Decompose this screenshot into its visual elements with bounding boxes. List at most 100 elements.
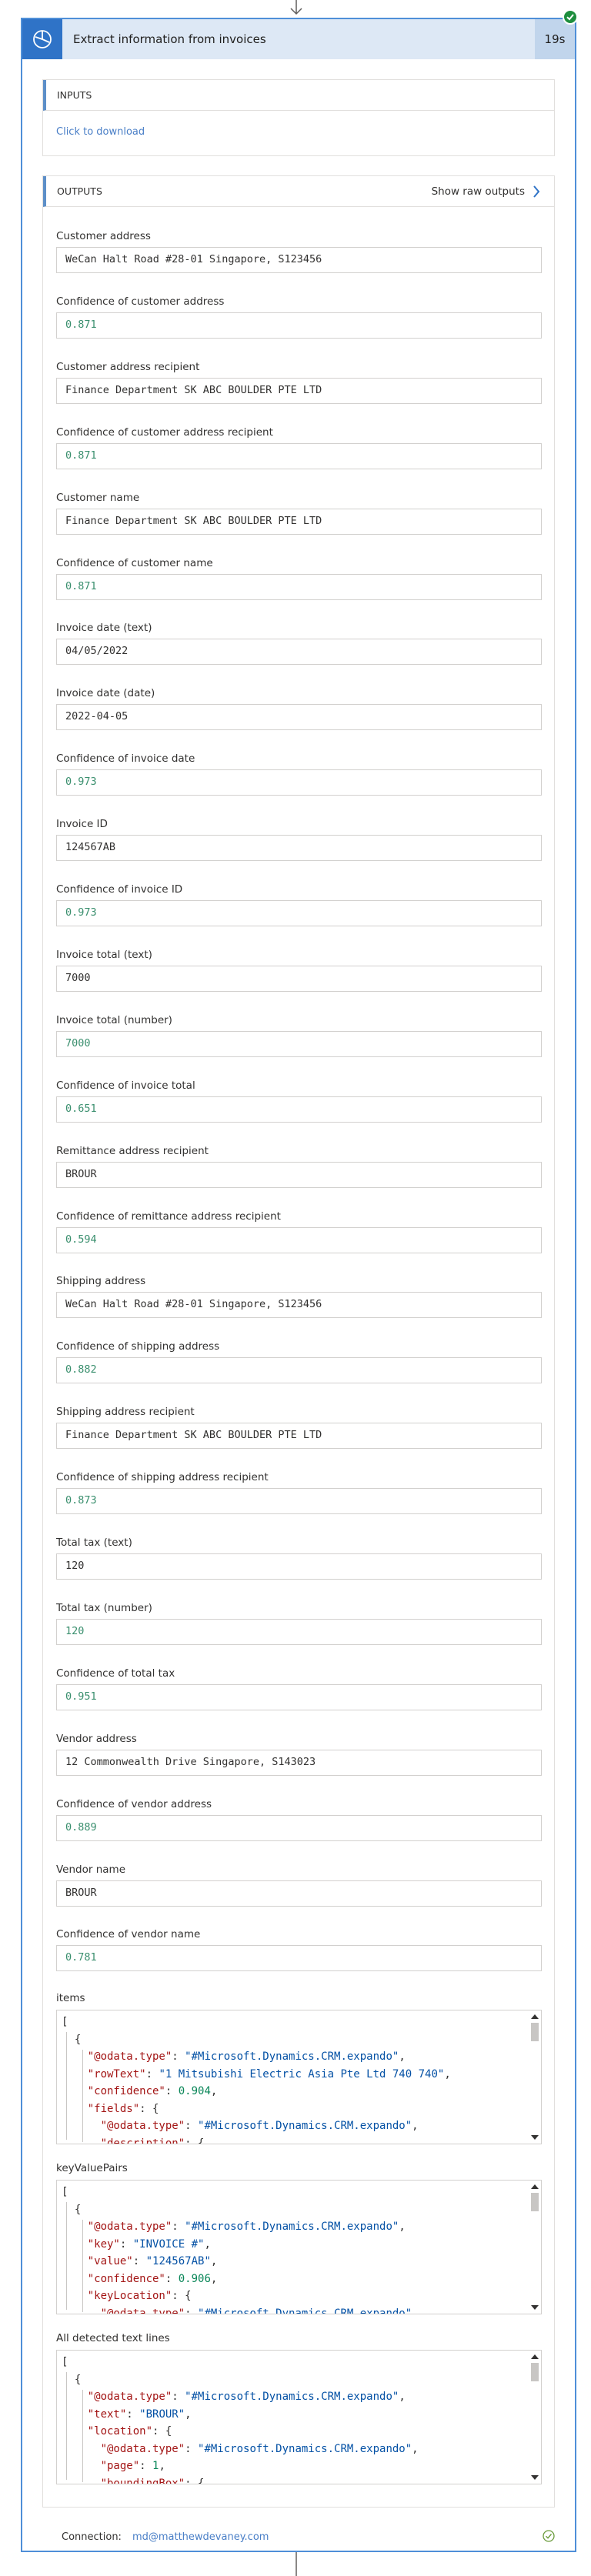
json-token: , [204, 2237, 211, 2251]
output-field-value[interactable]: 120 [56, 1618, 542, 1645]
json-token: , [444, 2067, 451, 2080]
json-scrollbar[interactable] [529, 2010, 541, 2144]
output-field-value[interactable]: Finance Department SK ABC BOULDER PTE LT… [56, 508, 542, 535]
output-field-value[interactable]: 0.973 [56, 769, 542, 796]
output-field-value[interactable]: BROUR [56, 1880, 542, 1907]
output-field-value[interactable]: 2022-04-05 [56, 704, 542, 731]
output-field-label: Invoice date (date) [56, 687, 155, 700]
output-field-label: Customer address [56, 230, 151, 242]
inputs-header: INPUTS [43, 80, 554, 111]
json-token: : [119, 2237, 133, 2251]
scroll-down-arrow-icon[interactable] [531, 2305, 539, 2310]
json-line: "@odata.type": "#Microsoft.Dynamics.CRM.… [62, 2117, 451, 2135]
output-field-value[interactable]: 04/05/2022 [56, 639, 542, 666]
output-field-value[interactable]: 0.889 [56, 1814, 542, 1841]
output-field-value[interactable]: WeCan Halt Road #28-01 Singapore, S12345… [56, 247, 542, 273]
json-token: , [185, 2407, 192, 2421]
output-field-value[interactable]: 0.871 [56, 312, 542, 339]
json-token: "#Microsoft.Dynamics.CRM.expando" [198, 2307, 412, 2314]
output-field-label: Confidence of total tax [56, 1667, 175, 1680]
json-line: "confidence": 0.904, [62, 2083, 451, 2101]
scroll-up-arrow-icon[interactable] [531, 2014, 539, 2019]
download-link[interactable]: Click to download [56, 126, 145, 138]
output-field-label: Customer name [56, 491, 140, 504]
json-line: "text": "BROUR", [62, 2406, 419, 2424]
output-field-label: Confidence of remittance address recipie… [56, 1210, 281, 1223]
scroll-thumb[interactable] [531, 2023, 539, 2041]
json-token: "@odata.type" [87, 2391, 172, 2403]
output-field-value[interactable]: 0.871 [56, 442, 542, 469]
action-header[interactable]: Extract information from invoices 19s [22, 19, 575, 59]
scroll-up-arrow-icon[interactable] [531, 2354, 539, 2359]
action-duration: 19s [535, 19, 575, 59]
output-field-value[interactable]: 0.781 [56, 1945, 542, 1972]
json-line: "location": { [62, 2423, 419, 2441]
json-token: 0.906 [178, 2272, 211, 2285]
output-field-value[interactable]: BROUR [56, 1161, 542, 1188]
json-token: : [165, 2085, 179, 2097]
output-field-value[interactable]: 0.973 [56, 900, 542, 926]
output-field-label: Invoice total (text) [56, 948, 152, 961]
json-token: "keyLocation" [87, 2290, 172, 2302]
output-field-value[interactable]: 0.882 [56, 1357, 542, 1384]
output-field-value[interactable]: Finance Department SK ABC BOULDER PTE LT… [56, 1423, 542, 1450]
json-token: [ [62, 2186, 68, 2198]
output-field-label: Total tax (number) [56, 1601, 152, 1614]
json-line: "page": 1, [62, 2458, 419, 2475]
connection-email[interactable]: md@matthewdevaney.com [132, 2531, 269, 2543]
json-token: { [62, 2033, 82, 2046]
output-field-value[interactable]: 124567AB [56, 835, 542, 862]
json-line: { [62, 2371, 419, 2389]
json-token: : { [185, 2137, 205, 2144]
output-field-value[interactable]: 7000 [56, 1030, 542, 1057]
json-line: "description": { [62, 2135, 451, 2144]
output-field-value[interactable]: 0.594 [56, 1226, 542, 1253]
output-field-value[interactable]: 7000 [56, 965, 542, 992]
ai-builder-icon [22, 19, 62, 59]
json-line: "@odata.type": "#Microsoft.Dynamics.CRM.… [62, 2218, 412, 2236]
scroll-thumb[interactable] [531, 2193, 539, 2211]
json-viewer[interactable]: [ { "@odata.type": "#Microsoft.Dynamics.… [56, 2010, 542, 2144]
json-token: : [185, 2442, 199, 2455]
output-field-label: Invoice ID [56, 818, 108, 831]
output-field-value[interactable]: WeCan Halt Road #28-01 Singapore, S12345… [56, 1292, 542, 1319]
output-field-value[interactable]: 12 Commonwealth Drive Singapore, S143023 [56, 1749, 542, 1776]
json-scrollbar[interactable] [529, 2351, 541, 2484]
json-token: : [126, 2407, 140, 2421]
output-field-value[interactable]: 0.951 [56, 1683, 542, 1710]
json-viewer[interactable]: [ { "@odata.type": "#Microsoft.Dynamics.… [56, 2350, 542, 2484]
json-viewer[interactable]: [ { "@odata.type": "#Microsoft.Dynamics.… [56, 2180, 542, 2314]
scroll-thumb[interactable] [531, 2363, 539, 2381]
json-token: "1 Mitsubishi Electric Asia Pte Ltd 740 … [159, 2067, 445, 2080]
json-field-label: keyValuePairs [56, 2162, 128, 2174]
json-token: "124567AB" [145, 2255, 211, 2267]
output-field-label: Confidence of customer address [56, 295, 225, 308]
json-line: { [62, 2031, 451, 2049]
scroll-up-arrow-icon[interactable] [531, 2184, 539, 2189]
output-field-label: Vendor name [56, 1863, 126, 1876]
json-token: , [159, 2460, 165, 2472]
json-scrollbar[interactable] [529, 2181, 541, 2314]
output-field-label: Invoice total (number) [56, 1013, 172, 1026]
scroll-down-arrow-icon[interactable] [531, 2135, 539, 2140]
output-field-value[interactable]: 0.651 [56, 1096, 542, 1123]
output-field-value[interactable]: Finance Department SK ABC BOULDER PTE LT… [56, 377, 542, 404]
outputs-header-label: OUTPUTS [57, 185, 102, 197]
output-field-value[interactable]: 120 [56, 1553, 542, 1580]
output-field-value[interactable]: 0.871 [56, 573, 542, 600]
inputs-section: INPUTS Click to download [42, 79, 555, 156]
json-token: , [210, 2255, 218, 2267]
show-raw-outputs-button[interactable]: Show raw outputs [432, 176, 540, 207]
output-field-value[interactable]: 0.873 [56, 1488, 542, 1515]
scroll-down-arrow-icon[interactable] [531, 2475, 539, 2480]
connection-label: Connection: [62, 2531, 122, 2543]
